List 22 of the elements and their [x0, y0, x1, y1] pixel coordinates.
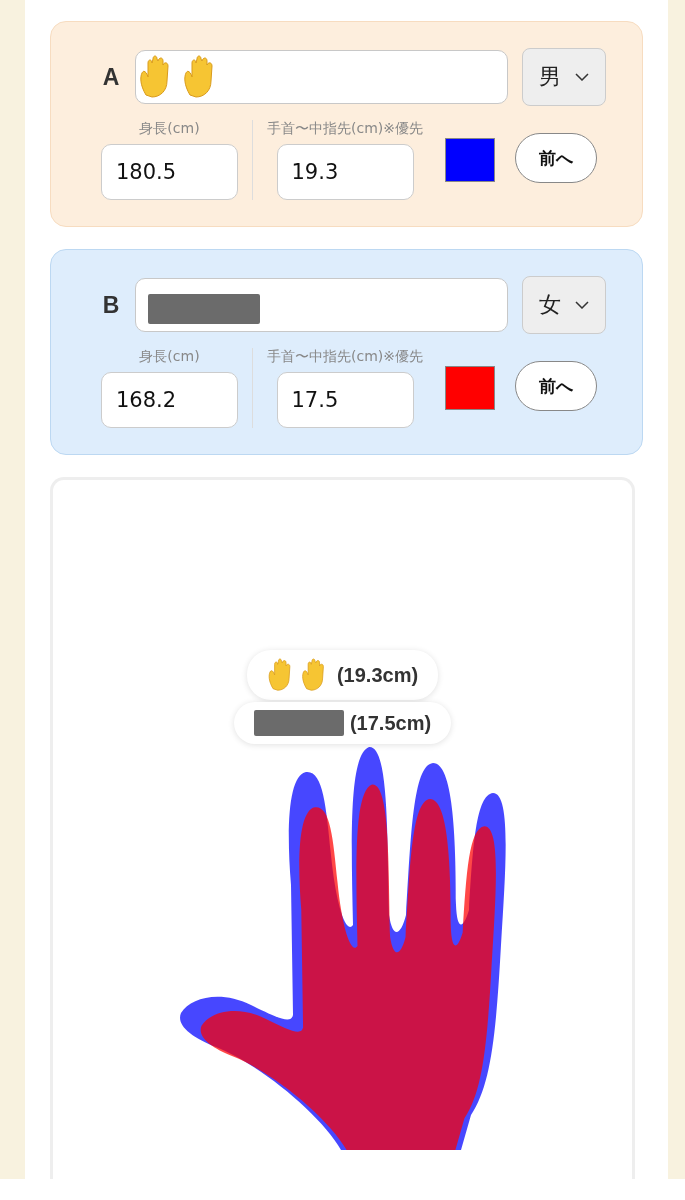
hand-caption: (17.5cm) [349, 711, 432, 735]
gender-select[interactable]: 男 [522, 48, 606, 106]
front-button[interactable]: 前へ [515, 361, 597, 411]
hand-caption: (19.3cm) [336, 663, 419, 687]
gender-select[interactable]: 女 [522, 276, 606, 334]
hand-length-field[interactable]: 19.3 [276, 144, 414, 200]
color-swatch[interactable] [445, 366, 495, 410]
height-field[interactable]: 180.5 [101, 144, 238, 200]
field-label: 手首〜中指先(cm)※優先 [267, 348, 423, 366]
chevron-down-icon [575, 301, 589, 309]
field-label: 身長(cm) [139, 120, 200, 138]
height-field[interactable]: 168.2 [101, 372, 238, 428]
field-label: 手首〜中指先(cm)※優先 [267, 120, 423, 138]
person-letter: A [101, 63, 121, 91]
chevron-down-icon [575, 73, 589, 81]
front-button[interactable]: 前へ [515, 133, 597, 183]
name-field[interactable] [135, 50, 508, 104]
hand-length-field[interactable]: 17.5 [276, 372, 414, 428]
person-letter: B [101, 291, 121, 319]
color-swatch[interactable] [445, 138, 495, 182]
field-label: 身長(cm) [139, 348, 200, 366]
name-field[interactable] [135, 278, 508, 332]
